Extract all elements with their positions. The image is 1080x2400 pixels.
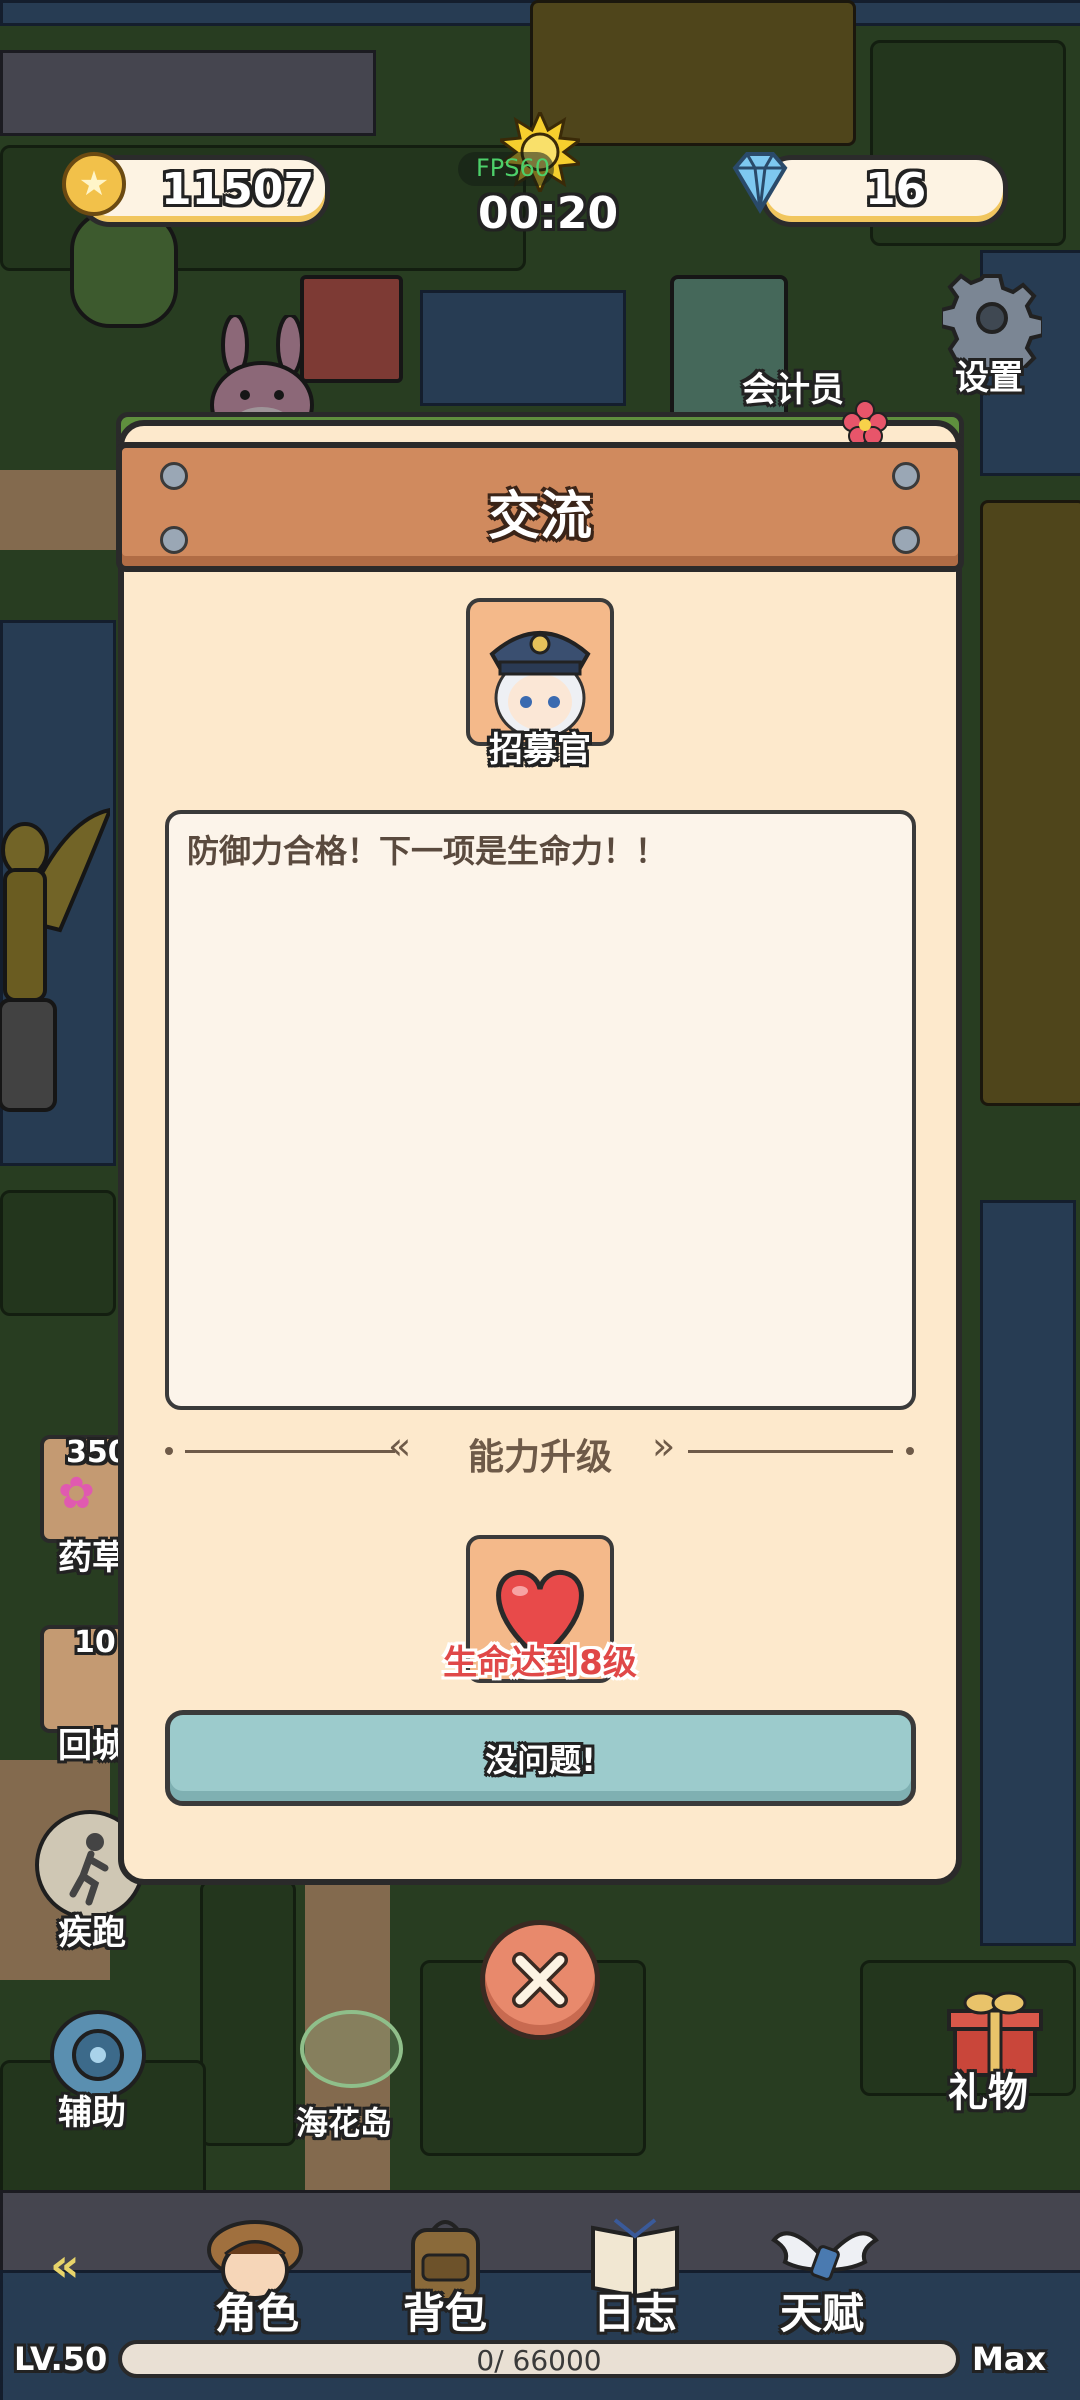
double-chevron-right-icon: » — [652, 1424, 676, 1468]
flower-icon — [840, 398, 890, 448]
herb-label: 药草 — [58, 1538, 126, 1578]
nav-backpack-label[interactable]: 背包 — [403, 2280, 487, 2341]
npc-name: 招募官 — [489, 730, 591, 770]
double-chevron-left-icon: « — [388, 1424, 412, 1468]
dialog-title: 交流 — [487, 487, 592, 547]
return-city-label: 回城 — [58, 1726, 126, 1766]
gem-amount: 16 — [865, 164, 927, 215]
divider-line-right — [688, 1450, 893, 1453]
divider-dot — [906, 1447, 914, 1455]
recruiter-avatar-icon — [489, 631, 591, 740]
requirement-text: 生命达到8级 — [443, 1643, 637, 1683]
close-icon — [512, 1952, 568, 2008]
coin-amount: 11507 — [161, 164, 315, 215]
close-button[interactable] — [480, 1920, 600, 2040]
level-text: LV.50 — [14, 2340, 108, 2378]
return-count: 10 — [74, 1625, 116, 1660]
teleport-circle[interactable] — [300, 2010, 403, 2088]
sprint-label[interactable]: 疾跑 — [58, 1905, 126, 1954]
xp-text: 0/ 66000 — [476, 2344, 602, 2377]
controller-icon — [72, 2029, 124, 2081]
confirm-button-label: 没问题! — [485, 1741, 596, 1779]
nav-character-label[interactable]: 角色 — [215, 2280, 299, 2341]
island-label[interactable]: 海花岛 — [296, 2098, 392, 2144]
gem-counter: 16 — [760, 155, 1008, 227]
dialog-message-box: 防御力合格！下一项是生命力！！ — [165, 810, 916, 1410]
settings-label[interactable]: 设置 — [955, 350, 1023, 399]
section-title: 能力升级 — [467, 1437, 612, 1478]
coin-icon: ★ — [62, 152, 126, 216]
assist-label[interactable]: 辅助 — [58, 2085, 126, 2134]
divider-dot — [165, 1447, 173, 1455]
accountant-label[interactable]: 会计员 — [742, 362, 844, 411]
xp-progress-bar: 0/ 66000 — [118, 2340, 960, 2378]
fps-badge: FPS60 — [458, 152, 554, 186]
flower-icon: ✿ — [58, 1468, 95, 1519]
max-text: Max — [972, 2340, 1047, 2378]
dialog-message: 防御力合格！下一项是生命力！！ — [187, 832, 668, 870]
timer-text: 00:20 — [478, 188, 619, 239]
collapse-arrow-icon[interactable]: « — [50, 2238, 80, 2292]
gift-label[interactable]: 礼物 — [948, 2060, 1028, 2118]
divider-line-left — [185, 1450, 395, 1453]
nav-talent-label[interactable]: 天赋 — [780, 2280, 864, 2341]
diamond-icon — [725, 150, 795, 214]
nav-journal-label[interactable]: 日志 — [593, 2280, 677, 2341]
confirm-button[interactable]: 没问题! — [165, 1710, 916, 1806]
fps-text: FPS60 — [476, 154, 551, 182]
dialog-title-plank: 交流 — [116, 442, 964, 572]
